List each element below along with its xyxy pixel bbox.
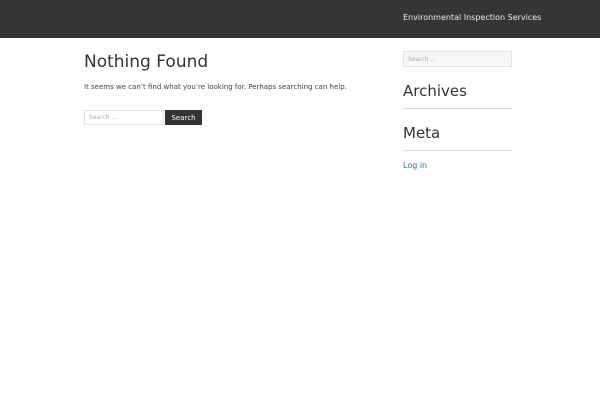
meta-heading: Meta xyxy=(403,124,441,142)
search-button[interactable]: Search xyxy=(165,110,202,125)
page-title: Nothing Found xyxy=(84,52,209,72)
search-input[interactable] xyxy=(84,110,164,125)
site-header: Environmental Inspection Services xyxy=(0,0,600,38)
login-link[interactable]: Log in xyxy=(403,161,427,170)
site-title-link[interactable]: Environmental Inspection Services xyxy=(403,13,541,22)
archives-heading: Archives xyxy=(403,82,467,100)
archives-divider xyxy=(403,108,512,109)
sidebar-search-input[interactable] xyxy=(403,51,512,67)
meta-divider xyxy=(403,150,512,151)
not-found-message: It seems we can’t find what you’re looki… xyxy=(84,83,347,91)
